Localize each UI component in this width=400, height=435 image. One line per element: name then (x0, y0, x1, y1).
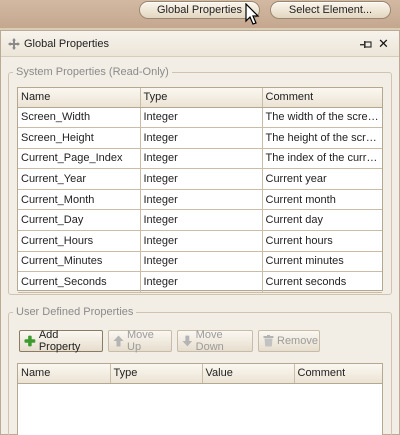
cell-type: Integer (140, 251, 263, 273)
table-row[interactable]: Current_Seconds Integer Current seconds (18, 271, 382, 293)
arrow-up-icon (113, 335, 124, 347)
cell-name: Screen_Height (18, 127, 141, 149)
remove-button[interactable]: Remove (258, 330, 320, 352)
global-properties-panel: Global Properties ✕ System Properties (R… (0, 30, 400, 435)
cell-comment: Current minutes (262, 251, 382, 273)
add-property-button[interactable]: Add Property (19, 329, 103, 353)
plus-icon (24, 335, 36, 347)
cell-type: Integer (140, 209, 263, 232)
cell-type: Integer (140, 127, 263, 149)
cell-comment: Current seconds (262, 271, 382, 293)
move-down-label: Move Down (195, 329, 224, 353)
table-row[interactable]: Screen_Width Integer The width of the sc… (18, 107, 382, 129)
table-row[interactable]: Current_Month Integer Current month (18, 189, 382, 211)
table-row[interactable]: Screen_Height Integer The height of the … (18, 127, 382, 149)
column-header-type[interactable]: Type (140, 88, 263, 108)
cell-name: Current_Day (18, 209, 141, 232)
cell-comment: Current month (262, 189, 382, 211)
cell-name: Current_Seconds (18, 271, 141, 293)
cell-type: Integer (140, 230, 263, 252)
move-icon[interactable] (8, 38, 20, 50)
table-row[interactable]: Current_Hours Integer Current hours (18, 230, 382, 252)
remove-label: Remove (277, 335, 318, 347)
select-element-button[interactable]: Select Element... (270, 1, 391, 19)
close-icon[interactable]: ✕ (378, 37, 389, 50)
trash-icon (263, 335, 274, 347)
mouse-cursor-icon (245, 3, 260, 25)
cell-name: Current_Minutes (18, 251, 141, 273)
cell-type: Integer (140, 189, 263, 211)
table-row[interactable]: Current_Page_Index Integer The index of … (18, 148, 382, 170)
table-header-row: Name Type Value Comment (18, 364, 382, 384)
cell-name: Screen_Width (18, 107, 141, 129)
add-property-label: Add Property (38, 329, 81, 353)
user-defined-properties-group: User Defined Properties Add Property Mov… (8, 306, 392, 435)
move-up-button[interactable]: Move Up (108, 329, 172, 353)
user-defined-properties-legend: User Defined Properties (13, 306, 137, 318)
cell-name: Current_Month (18, 189, 141, 211)
column-header-name[interactable]: Name (18, 364, 111, 384)
move-up-label: Move Up (127, 329, 154, 353)
column-header-comment[interactable]: Comment (294, 364, 382, 384)
move-down-button[interactable]: Move Down (177, 329, 253, 353)
cell-type: Integer (140, 168, 263, 190)
user-properties-table: Name Type Value Comment (17, 363, 383, 435)
arrow-down-icon (182, 335, 193, 347)
system-properties-group: System Properties (Read-Only) Name Type … (8, 66, 392, 295)
global-properties-button[interactable]: Global Properties (139, 1, 260, 19)
cell-type: Integer (140, 271, 263, 293)
cell-comment: Current year (262, 168, 382, 190)
cell-name: Current_Year (18, 168, 141, 190)
system-properties-table: Name Type Comment Screen_Width Integer T… (17, 87, 383, 293)
pin-icon[interactable] (360, 40, 372, 49)
column-header-comment[interactable]: Comment (262, 88, 382, 108)
table-row[interactable]: Current_Year Integer Current year (18, 168, 382, 190)
cell-name: Current_Hours (18, 230, 141, 252)
panel-header: Global Properties ✕ (1, 31, 399, 57)
cell-type: Integer (140, 107, 263, 129)
cell-type: Integer (140, 148, 263, 170)
table-header-row: Name Type Comment (18, 88, 382, 108)
cell-comment: Current day (262, 209, 382, 232)
cell-name: Current_Page_Index (18, 148, 141, 170)
top-toolbar: Global Properties Select Element... (0, 0, 400, 28)
column-header-value[interactable]: Value (202, 364, 295, 384)
system-properties-legend: System Properties (Read-Only) (13, 66, 172, 78)
column-header-name[interactable]: Name (18, 88, 141, 108)
cell-comment: The height of the screen. (262, 127, 382, 149)
cell-comment: The width of the screen. (262, 107, 382, 129)
table-row[interactable]: Current_Day Integer Current day (18, 209, 382, 232)
column-header-type[interactable]: Type (110, 364, 203, 384)
table-row[interactable]: Current_Minutes Integer Current minutes (18, 251, 382, 273)
panel-title: Global Properties (24, 38, 109, 50)
cell-comment: The index of the current page. (262, 148, 382, 170)
cell-comment: Current hours (262, 230, 382, 252)
